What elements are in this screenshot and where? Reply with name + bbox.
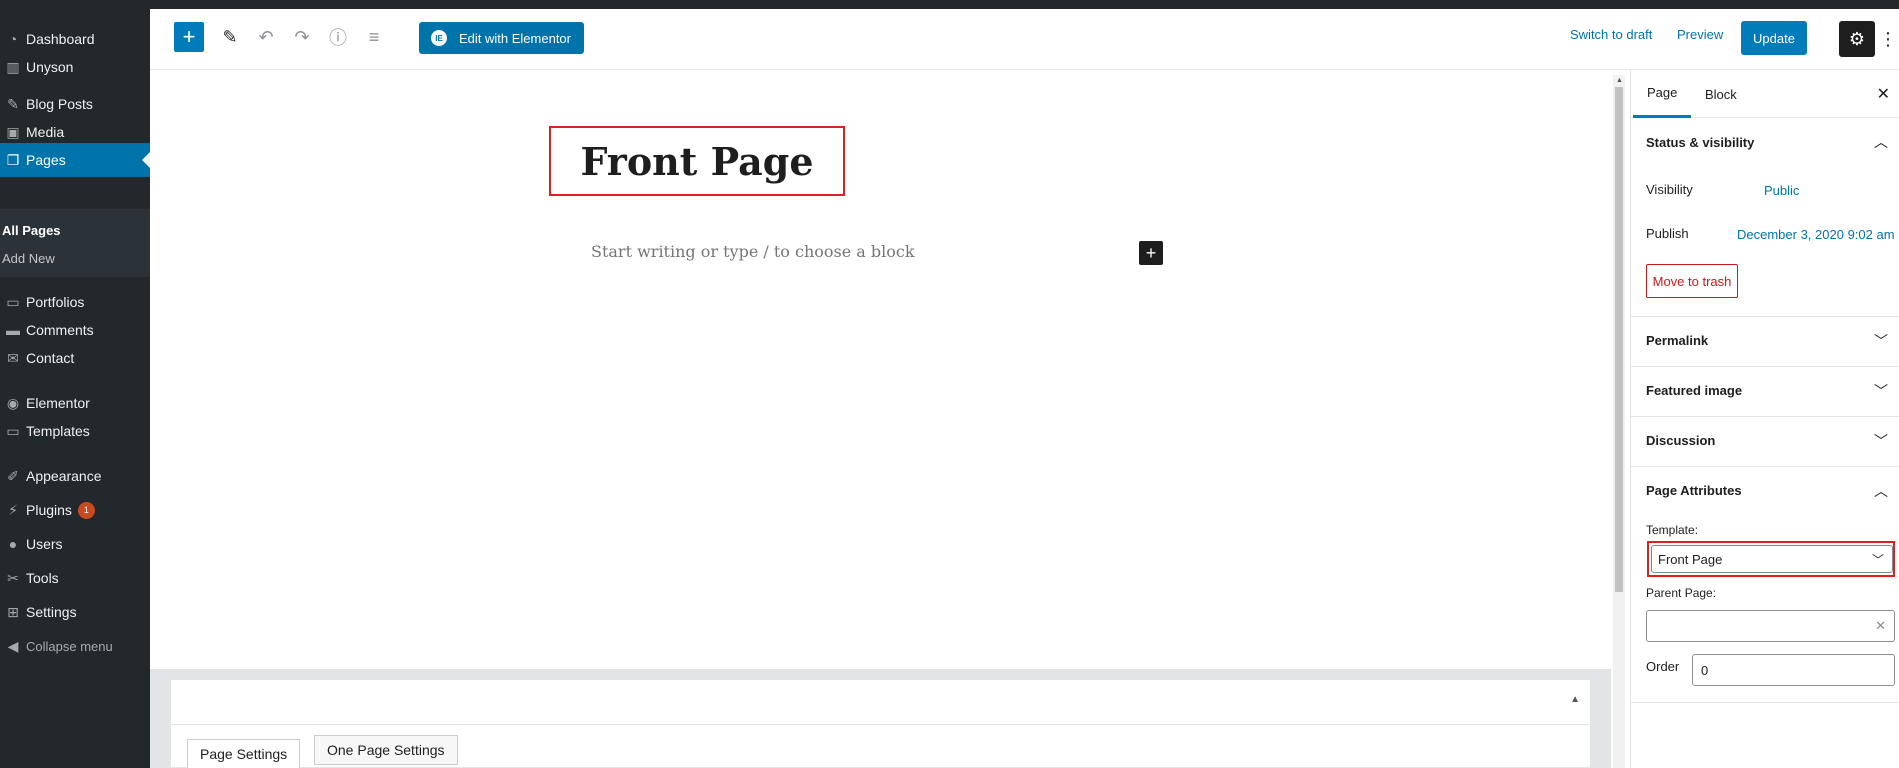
- order-input[interactable]: 0: [1692, 654, 1895, 686]
- menu-item-contact[interactable]: ✉ Contact: [0, 341, 150, 375]
- plus-icon: +: [1145, 242, 1157, 263]
- clear-icon[interactable]: ✕: [1875, 618, 1886, 634]
- panel-discussion[interactable]: Discussion ﹀: [1631, 416, 1899, 464]
- chevron-down-icon: ﹀: [1871, 553, 1884, 567]
- submenu-all-pages[interactable]: All Pages: [2, 223, 61, 238]
- menu-item-users[interactable]: ● Users: [0, 527, 150, 561]
- scrollbar-thumb[interactable]: [1615, 87, 1623, 592]
- editor-toolbar: + ✎ ↶ ↷ ⓘ ≡ IE Edit with Elementor Switc…: [150, 9, 1899, 70]
- inline-add-block-button[interactable]: +: [1139, 241, 1163, 265]
- menu-item-settings[interactable]: ⊞ Settings: [0, 595, 150, 629]
- menu-item-plugins[interactable]: ⚡ Plugins 1: [0, 493, 150, 527]
- folder-icon: ▭: [6, 422, 20, 439]
- outline-button[interactable]: ≡: [360, 23, 388, 51]
- template-select[interactable]: Front Page ﹀: [1651, 545, 1893, 573]
- list-view-icon: ≡: [368, 26, 380, 47]
- elementor-icon: IE: [431, 30, 447, 46]
- admin-sidebar: ◔ Dashboard ▥ Unyson ✎ Blog Posts ▣ Medi…: [0, 9, 150, 768]
- menu-item-unyson[interactable]: ▥ Unyson: [0, 50, 150, 84]
- tools-icon: ✂: [7, 569, 19, 586]
- post-title[interactable]: Front Page: [580, 139, 813, 184]
- title-highlight: Front Page: [549, 126, 845, 196]
- panel-divider: [1631, 702, 1899, 703]
- editor-canvas: Front Page Start writing or type / to ch…: [150, 70, 1611, 768]
- publish-label: Publish: [1646, 226, 1689, 241]
- tab-one-page-settings[interactable]: One Page Settings: [314, 735, 458, 765]
- tab-block[interactable]: Block: [1691, 70, 1751, 118]
- plugins-update-badge: 1: [77, 501, 95, 519]
- submenu-add-new[interactable]: Add New: [2, 251, 55, 266]
- collapse-menu-button[interactable]: ◀ Collapse menu: [0, 629, 150, 663]
- gear-icon: ⚙: [1848, 28, 1866, 49]
- settings-icon: ⊞: [7, 603, 19, 620]
- menu-item-templates[interactable]: ▭ Templates: [0, 414, 150, 448]
- users-icon: ●: [8, 536, 18, 552]
- chevron-up-icon: ︿: [1874, 483, 1888, 499]
- panel-status-visibility[interactable]: Status & visibility ︿: [1631, 118, 1899, 166]
- meta-boxes-area: ▲ Page Settings One Page Settings: [150, 669, 1611, 768]
- plus-icon: +: [182, 24, 196, 49]
- undo-icon: ↶: [258, 26, 274, 47]
- panel-permalink[interactable]: Permalink ﹀: [1631, 316, 1899, 364]
- template-label: Template:: [1646, 523, 1699, 537]
- menu-item-pages[interactable]: ❐ Pages: [0, 143, 150, 177]
- chevron-down-icon: ﹀: [1874, 433, 1888, 449]
- order-label: Order: [1646, 659, 1680, 674]
- visibility-label: Visibility: [1646, 182, 1693, 197]
- publish-date-toggle[interactable]: December 3, 2020 9:02 am: [1737, 227, 1895, 242]
- info-icon: ⓘ: [329, 28, 347, 48]
- brush-icon: ✐: [7, 467, 19, 484]
- update-button[interactable]: Update: [1741, 21, 1807, 55]
- settings-sidebar: Page Block ✕ Status & visibility ︿ Visib…: [1630, 70, 1899, 768]
- add-block-button[interactable]: +: [174, 22, 204, 52]
- tab-page-settings[interactable]: Page Settings: [187, 739, 301, 768]
- pages-submenu: All Pages Add New: [0, 209, 150, 277]
- page-settings-metabox: ▲ Page Settings One Page Settings: [170, 679, 1591, 768]
- details-button[interactable]: ⓘ: [324, 23, 352, 51]
- redo-icon: ↷: [294, 26, 310, 47]
- scroll-up-icon: ▲: [1616, 77, 1623, 84]
- metabox-divider: [171, 724, 1590, 725]
- edit-with-elementor-button[interactable]: IE Edit with Elementor: [419, 22, 584, 54]
- tab-page[interactable]: Page: [1633, 70, 1692, 118]
- redo-button[interactable]: ↷: [288, 23, 316, 51]
- mail-icon: ✉: [7, 349, 19, 366]
- sidebar-tabs: Page Block ✕: [1631, 70, 1899, 118]
- visibility-toggle[interactable]: Public: [1764, 183, 1799, 198]
- collapse-icon: ◀: [7, 637, 19, 654]
- unyson-icon: ▥: [6, 58, 20, 75]
- collapse-up-icon[interactable]: ▲: [1570, 694, 1580, 705]
- settings-toggle-button[interactable]: ⚙: [1839, 21, 1875, 57]
- more-options-button[interactable]: ⋮: [1878, 21, 1898, 57]
- panel-featured-image[interactable]: Featured image ﹀: [1631, 366, 1899, 414]
- tools-button[interactable]: ✎: [216, 23, 244, 51]
- chevron-down-icon: ﹀: [1874, 333, 1888, 349]
- parent-page-combobox[interactable]: ✕: [1646, 610, 1895, 642]
- preview-button[interactable]: Preview: [1677, 27, 1723, 42]
- parent-page-label: Parent Page:: [1646, 586, 1717, 600]
- menu-item-tools[interactable]: ✂ Tools: [0, 561, 150, 595]
- close-sidebar-icon[interactable]: ✕: [1877, 84, 1890, 104]
- admin-top-bar: [0, 0, 1899, 9]
- switch-to-draft-button[interactable]: Switch to draft: [1570, 27, 1652, 42]
- chevron-down-icon: ﹀: [1874, 383, 1888, 399]
- move-to-trash-button[interactable]: Move to trash: [1646, 264, 1738, 298]
- template-highlight: Front Page ﹀: [1647, 541, 1895, 577]
- plugin-icon: ⚡: [8, 501, 18, 518]
- menu-item-appearance[interactable]: ✐ Appearance: [0, 459, 150, 493]
- pages-icon: ❐: [6, 151, 20, 168]
- panel-page-attributes[interactable]: Page Attributes ︿: [1631, 466, 1899, 514]
- pencil-icon: ✎: [222, 26, 238, 47]
- editor-scrollbar[interactable]: ▲: [1613, 75, 1625, 768]
- undo-button[interactable]: ↶: [252, 23, 280, 51]
- block-placeholder[interactable]: Start writing or type / to choose a bloc…: [591, 242, 915, 261]
- more-vertical-icon: ⋮: [1879, 28, 1897, 49]
- chevron-up-icon: ︿: [1874, 134, 1888, 150]
